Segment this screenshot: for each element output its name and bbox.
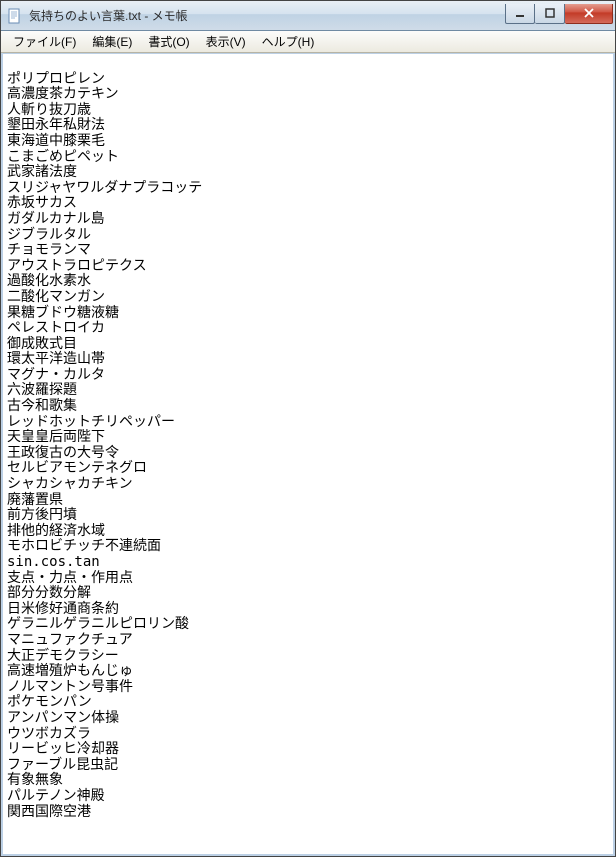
client-area: ポリプロピレン 高濃度茶カテキン 人斬り抜刀歳 墾田永年私財法 東海道中膝栗毛 … [1,53,615,856]
notepad-icon [7,8,23,24]
titlebar[interactable]: 気持ちのよい言葉.txt - メモ帳 [1,1,615,31]
menu-help[interactable]: ヘルプ(H) [254,31,323,52]
window-title: 気持ちのよい言葉.txt - メモ帳 [29,7,505,24]
menubar: ファイル(F) 編集(E) 書式(O) 表示(V) ヘルプ(H) [1,31,615,53]
close-icon [583,8,595,18]
minimize-icon [515,8,525,18]
menu-format[interactable]: 書式(O) [140,31,197,52]
window-control-buttons [505,4,615,24]
menu-view[interactable]: 表示(V) [198,31,254,52]
minimize-button[interactable] [505,4,535,24]
maximize-button[interactable] [535,4,565,24]
text-editor[interactable]: ポリプロピレン 高濃度茶カテキン 人斬り抜刀歳 墾田永年私財法 東海道中膝栗毛 … [3,54,613,854]
close-button[interactable] [565,4,613,24]
maximize-icon [545,8,555,18]
menu-file[interactable]: ファイル(F) [5,31,84,52]
menu-edit[interactable]: 編集(E) [84,31,140,52]
notepad-window: 気持ちのよい言葉.txt - メモ帳 ファイル(F) 編集(E) 書式(O) 表… [0,0,616,857]
